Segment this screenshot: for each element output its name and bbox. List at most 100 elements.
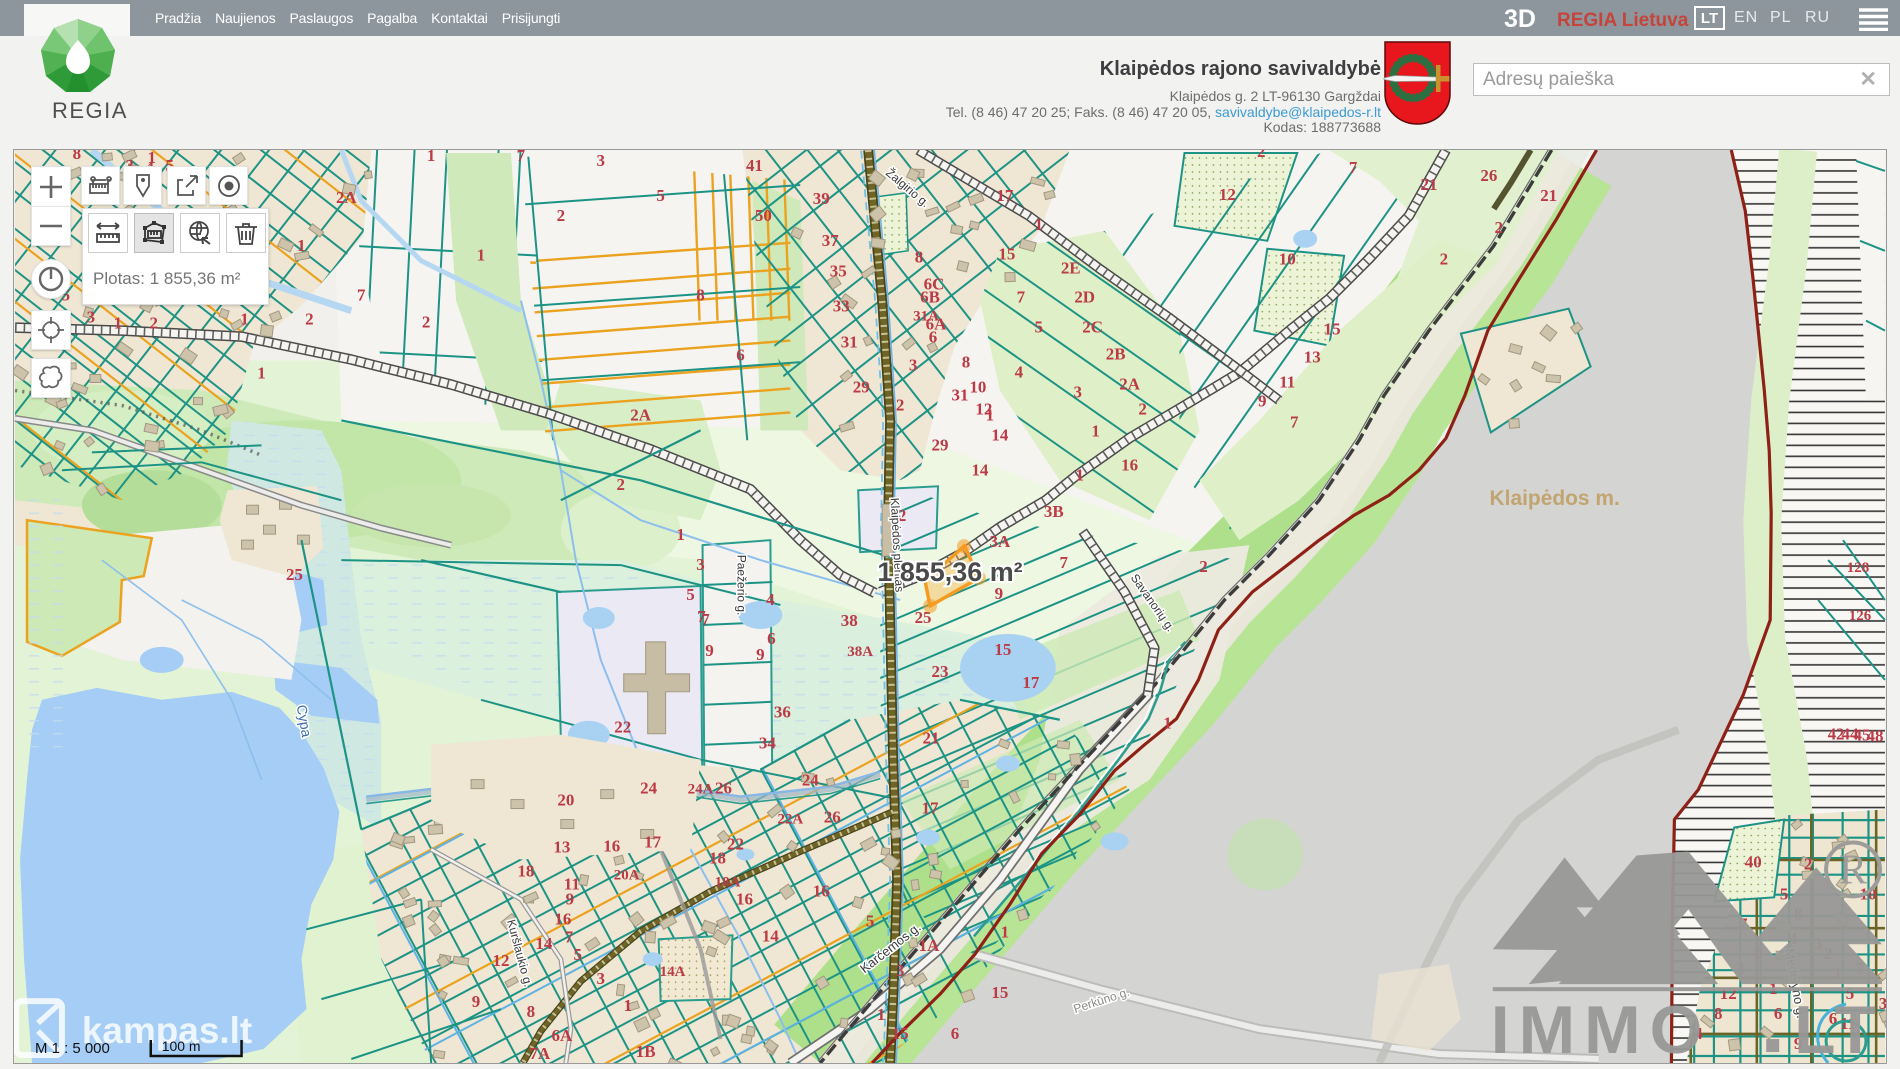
svg-text:1: 1 bbox=[676, 525, 684, 544]
svg-text:2: 2 bbox=[896, 395, 904, 414]
svg-text:1: 1 bbox=[427, 149, 435, 165]
svg-text:15: 15 bbox=[991, 983, 1008, 1002]
svg-text:REGIA: REGIA bbox=[52, 98, 128, 123]
svg-text:2A: 2A bbox=[336, 188, 357, 207]
svg-text:6: 6 bbox=[951, 1024, 959, 1043]
svg-text:40: 40 bbox=[1745, 852, 1762, 871]
svg-text:3: 3 bbox=[1073, 382, 1081, 401]
svg-text:8: 8 bbox=[696, 286, 704, 305]
svg-text:2E: 2E bbox=[1061, 259, 1081, 278]
svg-text:5: 5 bbox=[866, 911, 874, 930]
svg-text:16: 16 bbox=[736, 889, 753, 908]
svg-text:14: 14 bbox=[535, 934, 552, 953]
svg-text:7: 7 bbox=[1060, 553, 1069, 572]
svg-text:17: 17 bbox=[922, 799, 939, 818]
svg-text:21: 21 bbox=[923, 729, 940, 748]
svg-text:48: 48 bbox=[1866, 727, 1883, 746]
svg-text:9: 9 bbox=[756, 645, 764, 664]
svg-text:1: 1 bbox=[623, 996, 631, 1015]
svg-text:2: 2 bbox=[150, 314, 158, 333]
svg-text:2D: 2D bbox=[1074, 288, 1095, 307]
svg-text:16: 16 bbox=[603, 836, 620, 855]
svg-text:126: 126 bbox=[1849, 608, 1872, 624]
svg-text:6: 6 bbox=[767, 629, 775, 648]
svg-text:1A: 1A bbox=[919, 936, 940, 955]
svg-text:3: 3 bbox=[696, 555, 704, 574]
svg-text:5: 5 bbox=[686, 585, 694, 604]
svg-text:2C: 2C bbox=[1082, 318, 1103, 337]
svg-text:18A: 18A bbox=[715, 874, 741, 890]
svg-text:6A: 6A bbox=[551, 1026, 572, 1045]
svg-text:1: 1 bbox=[297, 236, 305, 255]
svg-text:1: 1 bbox=[986, 405, 994, 424]
svg-text:18: 18 bbox=[709, 848, 726, 867]
svg-text:9: 9 bbox=[1258, 391, 1266, 410]
svg-text:2: 2 bbox=[1440, 250, 1448, 269]
svg-text:17: 17 bbox=[996, 186, 1013, 205]
svg-text:R: R bbox=[1839, 847, 1867, 893]
svg-text:5: 5 bbox=[574, 945, 582, 964]
svg-text:20: 20 bbox=[557, 791, 574, 810]
svg-text:1 855,36 m²: 1 855,36 m² bbox=[877, 557, 1022, 587]
svg-text:36: 36 bbox=[774, 703, 791, 722]
svg-text:2B: 2B bbox=[1106, 345, 1126, 364]
svg-text:3: 3 bbox=[87, 308, 95, 327]
svg-text:25: 25 bbox=[286, 565, 303, 584]
svg-text:Paežerio g.: Paežerio g. bbox=[734, 555, 748, 616]
svg-text:8: 8 bbox=[73, 149, 81, 163]
svg-text:7: 7 bbox=[701, 610, 710, 629]
svg-text:3A: 3A bbox=[990, 532, 1011, 551]
svg-text:1B: 1B bbox=[636, 1042, 656, 1061]
svg-text:50: 50 bbox=[755, 206, 772, 225]
svg-text:8: 8 bbox=[962, 353, 970, 372]
svg-text:6: 6 bbox=[736, 346, 744, 365]
svg-text:2: 2 bbox=[1804, 854, 1812, 873]
svg-text:Klaipėdos m.: Klaipėdos m. bbox=[1490, 487, 1620, 510]
svg-text:13: 13 bbox=[1304, 348, 1321, 367]
svg-text:22: 22 bbox=[727, 834, 744, 853]
svg-text:41: 41 bbox=[746, 156, 763, 175]
svg-text:6: 6 bbox=[1774, 1004, 1782, 1023]
svg-text:31: 31 bbox=[841, 333, 858, 352]
svg-text:2: 2 bbox=[1199, 557, 1207, 576]
svg-text:39: 39 bbox=[813, 189, 830, 208]
svg-text:6B: 6B bbox=[920, 288, 940, 307]
svg-text:5: 5 bbox=[1035, 318, 1043, 337]
svg-text:7: 7 bbox=[1349, 158, 1358, 177]
svg-text:IMMO: IMMO bbox=[1491, 993, 1712, 1064]
svg-text:38: 38 bbox=[841, 611, 858, 630]
svg-text:24A: 24A bbox=[688, 782, 714, 798]
svg-text:38A: 38A bbox=[847, 644, 873, 660]
svg-text:3: 3 bbox=[896, 961, 904, 980]
svg-text:LT: LT bbox=[1794, 993, 1880, 1064]
svg-text:16: 16 bbox=[1121, 455, 1138, 474]
svg-text:31: 31 bbox=[952, 385, 969, 404]
svg-text:8: 8 bbox=[527, 1002, 535, 1021]
svg-text:21: 21 bbox=[1420, 175, 1437, 194]
svg-text:22: 22 bbox=[614, 718, 631, 737]
svg-text:128: 128 bbox=[1847, 560, 1869, 576]
svg-text:14A: 14A bbox=[660, 964, 686, 980]
svg-text:1: 1 bbox=[1075, 465, 1083, 484]
svg-text:4: 4 bbox=[766, 590, 775, 609]
svg-text:5: 5 bbox=[656, 186, 664, 205]
svg-text:14: 14 bbox=[762, 926, 779, 945]
svg-text:15: 15 bbox=[998, 245, 1015, 264]
svg-text:1: 1 bbox=[1001, 922, 1009, 941]
svg-text:20A: 20A bbox=[614, 867, 640, 883]
svg-text:3: 3 bbox=[597, 969, 605, 988]
svg-text:33: 33 bbox=[833, 297, 850, 316]
svg-text:37: 37 bbox=[822, 231, 839, 250]
svg-text:15: 15 bbox=[1324, 320, 1341, 339]
svg-text:11: 11 bbox=[1279, 372, 1295, 391]
svg-text:2: 2 bbox=[616, 475, 624, 494]
svg-text:16: 16 bbox=[554, 909, 571, 928]
svg-text:12: 12 bbox=[1219, 185, 1236, 204]
svg-text:1: 1 bbox=[240, 310, 248, 329]
svg-text:34: 34 bbox=[759, 734, 776, 753]
svg-text:3B: 3B bbox=[1044, 502, 1064, 521]
svg-text:26: 26 bbox=[715, 779, 732, 798]
svg-text:17: 17 bbox=[1022, 673, 1039, 692]
svg-text:29: 29 bbox=[932, 435, 949, 454]
svg-text:3: 3 bbox=[909, 356, 917, 375]
